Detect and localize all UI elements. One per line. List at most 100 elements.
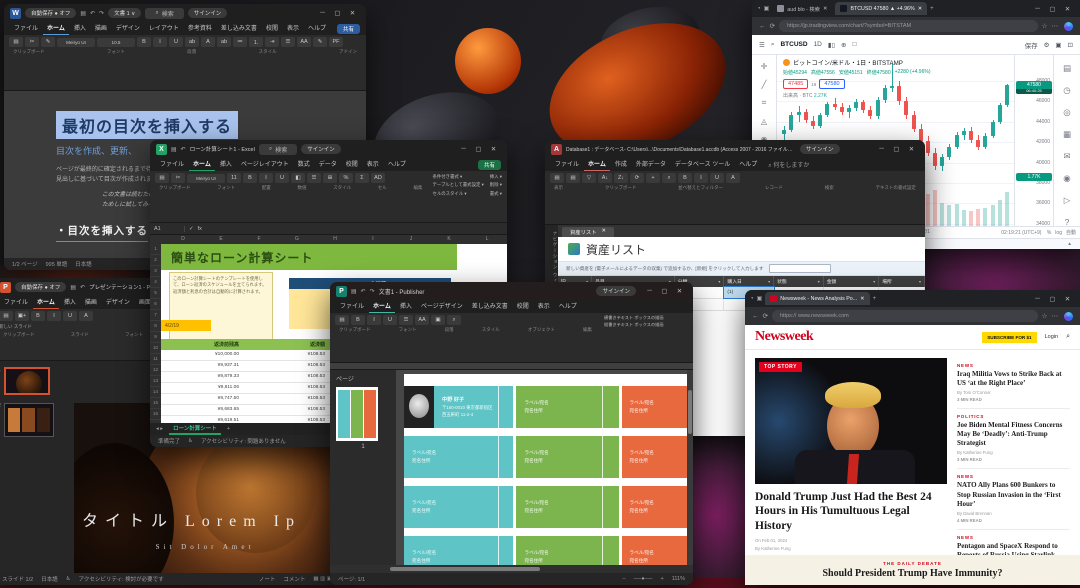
news-rail[interactable]: NEWSIraq Militia Vows to Strike Back at … xyxy=(957,358,1070,555)
refresh-icon[interactable]: ⟳ xyxy=(770,22,775,30)
search-icon[interactable]: ⌕ xyxy=(1066,333,1070,341)
font-name-box[interactable]: Meiryo UI xyxy=(187,174,225,183)
format-as-table-button[interactable]: テーブルとして書式設定 ▾ xyxy=(432,181,483,189)
trendline-icon[interactable]: ╱ xyxy=(762,80,767,89)
ribbon-tab-デザイン[interactable]: デザイン xyxy=(102,296,134,310)
ribbon-tab-差し込み文書[interactable]: 差し込み文書 xyxy=(468,300,512,314)
ideas-icon[interactable]: ✉ xyxy=(1063,151,1070,162)
edge-window-controls[interactable]: ─ ▢ ✕ xyxy=(1030,5,1075,13)
save-icon[interactable]: ▤ xyxy=(70,284,76,291)
news-rail-item[interactable]: NEWSPentagon and SpaceX Respond to Repor… xyxy=(957,530,1070,555)
column-header-I[interactable]: I xyxy=(354,236,392,242)
label-cell-teal[interactable]: ラベル/宛名宛名住所 xyxy=(404,536,513,565)
underline-icon[interactable]: U xyxy=(710,173,724,183)
zoom-in-icon[interactable]: + xyxy=(661,576,664,582)
column-header-G[interactable]: G xyxy=(278,236,316,242)
font-color-icon[interactable]: A xyxy=(201,37,215,47)
slide-thumbnail-1[interactable]: 1 xyxy=(0,367,56,395)
strike-icon[interactable]: ab xyxy=(185,37,199,47)
word-ribbon-tabs[interactable]: ファイルホーム挿入描画デザインレイアウト参考資料差し込み文書校閲表示ヘルプ共有 xyxy=(4,22,366,35)
ribbon-tab-校閲[interactable]: 校閲 xyxy=(513,300,533,314)
sort-asc-icon[interactable]: A↓ xyxy=(598,173,612,183)
vertical-scrollbar[interactable] xyxy=(687,370,693,565)
row-header-13[interactable]: 13 xyxy=(150,376,161,387)
ribbon-tab-ヘルプ[interactable]: ヘルプ xyxy=(555,300,581,314)
publisher-titlebar[interactable]: P ▤ ↶ ↷ 文書1 - Publisher サインイン ─ ▢ ✕ xyxy=(330,282,693,300)
paste-icon[interactable]: ▤ xyxy=(9,37,23,47)
candle-body[interactable] xyxy=(876,100,880,116)
view-icon[interactable]: ▤ xyxy=(550,173,564,183)
label-cell-teal[interactable]: ラベル/宛名宛名住所 xyxy=(404,436,513,478)
candle-body[interactable] xyxy=(933,153,937,165)
row-header-1[interactable]: 1 xyxy=(150,244,161,255)
edge-window-controls[interactable]: ─ ▢ ✕ xyxy=(1030,295,1075,303)
news-rail-item[interactable]: NEWSIraq Militia Vows to Strike Back at … xyxy=(957,358,1070,409)
word-search-box[interactable]: ⌕検索 xyxy=(145,8,183,19)
candle-body[interactable] xyxy=(861,102,865,110)
word-doc-heading[interactable]: 最初の目次を挿入する xyxy=(56,111,238,139)
undo-icon[interactable]: ↶ xyxy=(361,288,366,295)
layout-icon[interactable]: □ xyxy=(852,41,856,48)
bold-icon[interactable]: B xyxy=(678,173,692,183)
candle-body[interactable] xyxy=(1005,85,1009,105)
subscribe-button[interactable]: SUBSCRIBE FOR $1 xyxy=(982,332,1036,343)
ribbon-tab-挿入[interactable]: 挿入 xyxy=(70,22,90,36)
buy-button[interactable]: 47580 xyxy=(819,79,844,89)
scale-button-log[interactable]: log xyxy=(1055,230,1062,236)
crosshair-icon[interactable]: ✛ xyxy=(761,62,768,71)
tell-me-box[interactable]: ⌕ 何をしますか xyxy=(768,160,809,170)
candle-body[interactable] xyxy=(962,131,966,135)
asset-col-状態[interactable]: 状態▾ xyxy=(774,276,824,287)
ribbon-tab-ホーム[interactable]: ホーム xyxy=(369,300,395,314)
undo-icon[interactable]: ↶ xyxy=(90,10,95,17)
label-cell-green[interactable]: ラベル/宛名宛名住所 xyxy=(516,436,618,478)
ribbon-tab-表示[interactable]: 表示 xyxy=(534,300,554,314)
column-header-F[interactable]: F xyxy=(240,236,278,242)
ppt-accessibility[interactable]: アクセシビリティ: 検討が必要です xyxy=(79,575,164,583)
ribbon-tab-参考資料[interactable]: 参考資料 xyxy=(184,22,216,36)
ribbon-tab-差し込み文書[interactable]: 差し込み文書 xyxy=(217,22,261,36)
draw-horizontal-textbox-button[interactable]: 横書きテキスト ボックスの描画 xyxy=(604,315,688,322)
font-name-box[interactable]: Meiryo UI xyxy=(57,38,95,47)
favorites-icon[interactable]: ☆ xyxy=(1042,22,1048,30)
cut-icon[interactable]: ✂ xyxy=(171,173,185,183)
address-block[interactable]: 中野 好子〒160-0010 東京都新宿区西五軒町 11-2-4 xyxy=(442,396,505,418)
asset-helper-bar[interactable]: 新しい資産を (電子メールによるデータの収集) で追加するか、[新規] をクリッ… xyxy=(558,262,925,276)
news-rail-item[interactable]: NEWSNATO Ally Plans 600 Bunkers to Stop … xyxy=(957,469,1070,529)
slide-title[interactable]: タイトル Lorem Ip xyxy=(82,507,301,531)
ribbon-tab-ヘルプ[interactable]: ヘルプ xyxy=(384,158,410,172)
undo-icon[interactable]: ↶ xyxy=(181,146,186,153)
enter-icon[interactable]: ✓ xyxy=(189,226,194,232)
undo-icon[interactable]: ↶ xyxy=(80,284,85,291)
daily-debate-band[interactable]: THE DAILY DEBATE Should President Trump … xyxy=(745,555,1080,585)
row-header-15[interactable]: 15 xyxy=(150,398,161,409)
conditional-formatting-button[interactable]: 条件付き書式 ▾ xyxy=(432,173,483,181)
candle-body[interactable] xyxy=(804,112,808,120)
label-cell-orange[interactable]: ラベル/宛名宛名住所 xyxy=(622,436,693,478)
maximize-button[interactable]: ▢ xyxy=(889,145,904,153)
arrange-icon[interactable]: ▣ xyxy=(431,315,445,325)
ppt-autosave-toggle[interactable]: 自動保存 ● オフ xyxy=(15,282,66,292)
word-doc-heading2[interactable]: ・目次を挿入する xyxy=(56,223,148,242)
tv-settings-icon[interactable]: ⚙ xyxy=(1044,41,1050,49)
ribbon-tab-挿入[interactable]: 挿入 xyxy=(216,158,236,172)
bold-icon[interactable]: B xyxy=(137,37,151,47)
add-sheet-button[interactable]: + xyxy=(227,426,230,432)
asset-col-購入日[interactable]: 購入日▾ xyxy=(724,276,774,287)
word-autosave-toggle[interactable]: 自動保存 ● オフ xyxy=(25,8,76,18)
italic-icon[interactable]: I xyxy=(153,37,167,47)
insert-cells-button[interactable]: 挿入 ▾ xyxy=(490,173,502,181)
browser-tab-btcusd[interactable]: BTCUSD 47580 ▲ +4.96%✕ xyxy=(835,2,927,15)
maximize-button[interactable]: ▢ xyxy=(657,287,672,295)
minimize-button[interactable]: ─ xyxy=(315,9,330,17)
loan-cell[interactable]: ¥9,811.06 xyxy=(161,383,247,393)
candle-body[interactable] xyxy=(825,104,829,115)
loan-cell[interactable]: ¥108.53 xyxy=(247,350,333,360)
asset-list-tab[interactable]: 資産リスト✕ xyxy=(562,227,614,237)
label-cell-green[interactable]: ラベル/宛名宛名住所 xyxy=(516,486,618,528)
access-titlebar[interactable]: A Database1 : データベース- C:\Users\...\Docum… xyxy=(545,140,925,158)
candle-body[interactable] xyxy=(947,147,951,157)
bold-icon[interactable]: B xyxy=(351,315,365,325)
addins-icon[interactable]: AD xyxy=(371,173,385,183)
italic-icon[interactable]: I xyxy=(47,311,61,321)
